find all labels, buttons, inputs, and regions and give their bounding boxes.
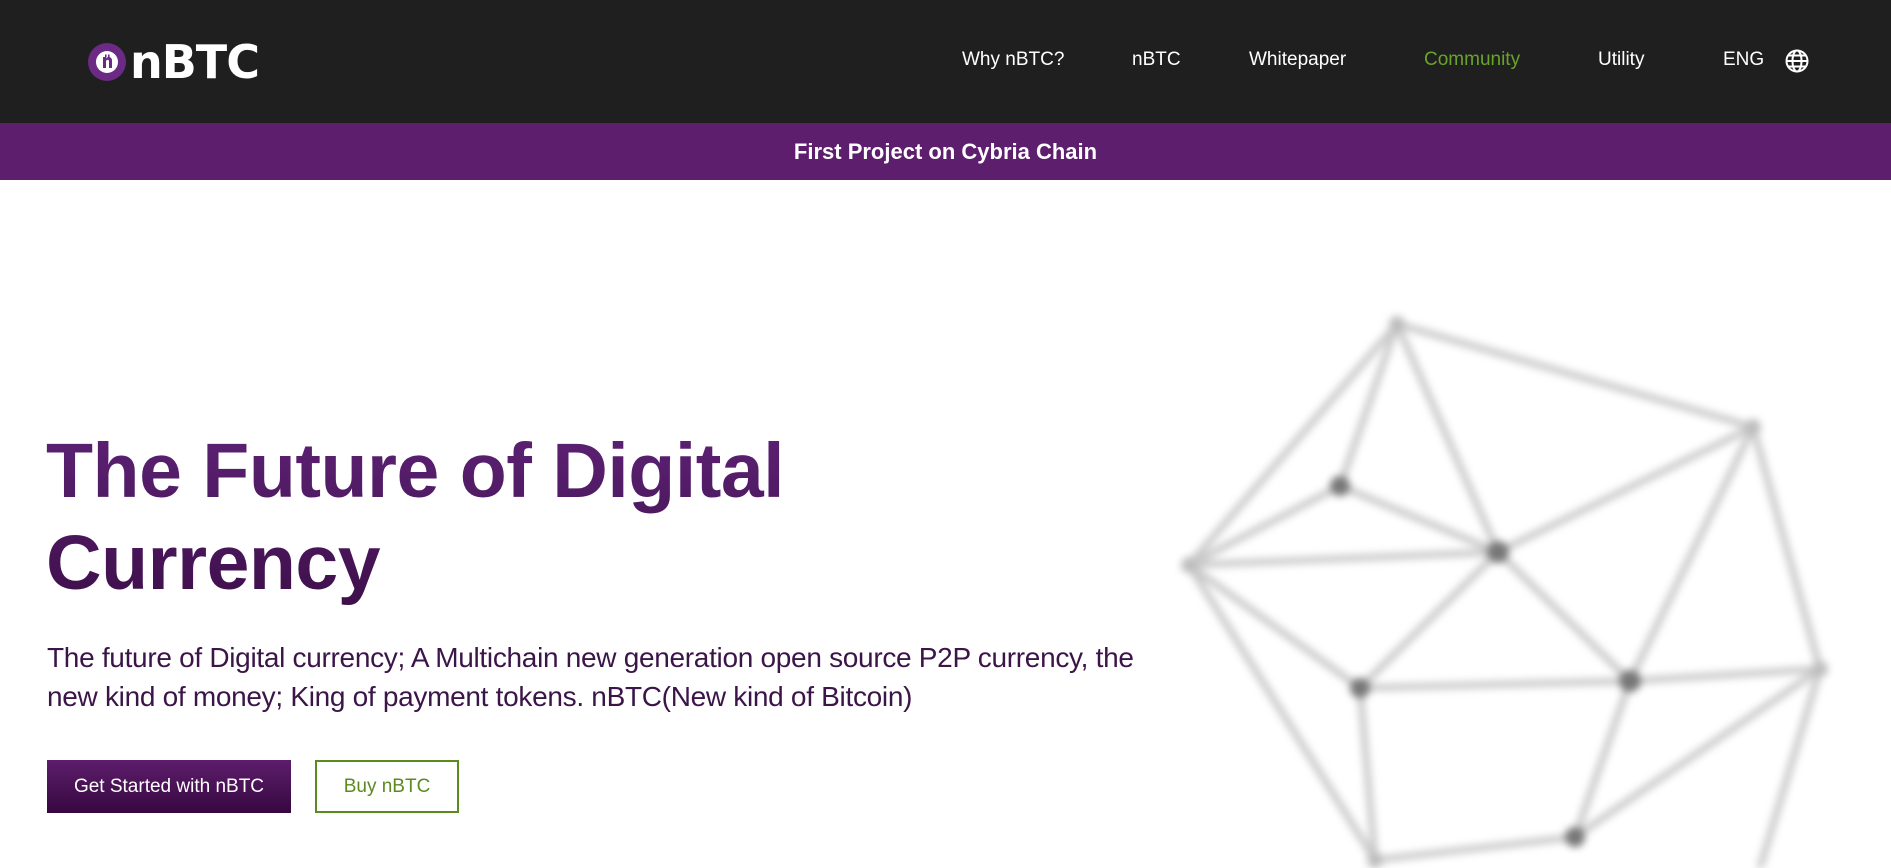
globe-icon[interactable] — [1784, 48, 1810, 74]
get-started-button[interactable]: Get Started with nBTC — [47, 760, 291, 813]
buy-nbtc-button[interactable]: Buy nBTC — [315, 760, 459, 813]
nav-whitepaper[interactable]: Whitepaper — [1249, 49, 1346, 71]
hero-subtitle: The future of Digital currency; A Multic… — [47, 642, 1134, 712]
language-selector[interactable]: ENG — [1723, 49, 1764, 71]
nav-utility[interactable]: Utility — [1598, 49, 1644, 71]
main-nav: Why nBTC? nBTC Whitepaper Community Util… — [0, 49, 1891, 75]
announcement-banner: First Project on Cybria Chain — [0, 123, 1891, 180]
nav-nbtc[interactable]: nBTC — [1132, 49, 1181, 71]
network-graph-icon — [1160, 300, 1891, 868]
nav-community[interactable]: Community — [1424, 49, 1520, 71]
banner-text: First Project on Cybria Chain — [793, 138, 1098, 164]
hero-title: The Future of Digital Currency — [46, 425, 946, 609]
nav-why-nbtc[interactable]: Why nBTC? — [962, 49, 1064, 71]
top-navigation-bar: nBTC Why nBTC? nBTC Whitepaper Community… — [0, 0, 1891, 123]
